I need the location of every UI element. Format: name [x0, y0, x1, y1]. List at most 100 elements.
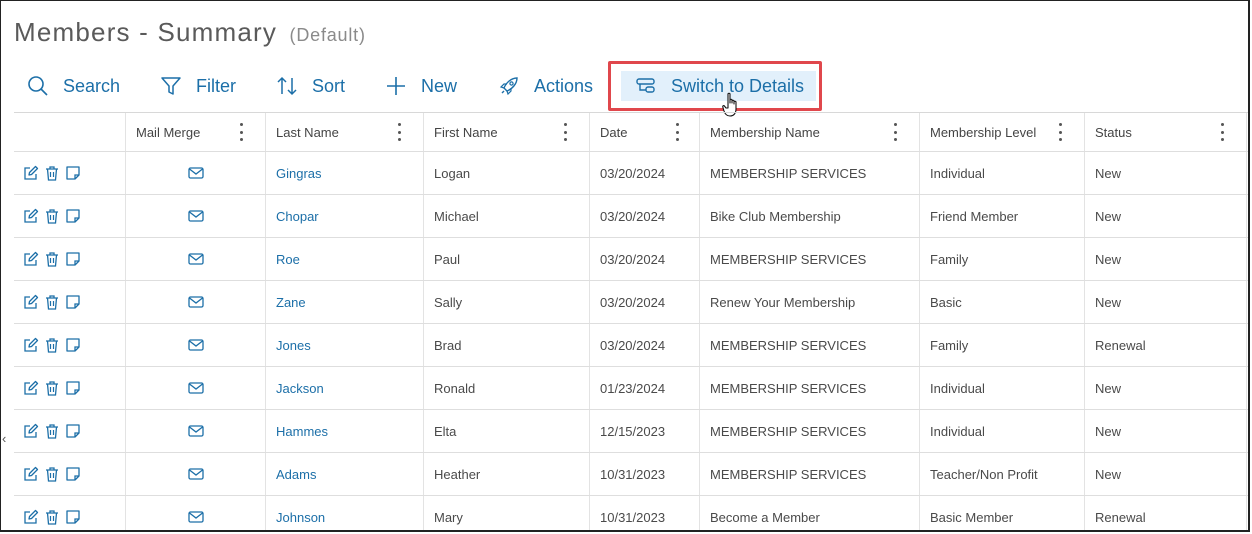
scroll-left-icon[interactable]: ‹ [2, 431, 6, 446]
mail-icon[interactable] [187, 424, 204, 438]
membership-level: Basic Member [930, 509, 1014, 525]
note-icon[interactable] [65, 251, 81, 267]
header-membership-name[interactable]: Membership Name [699, 113, 919, 151]
column-menu-icon[interactable] [1220, 123, 1224, 141]
row-actions [14, 453, 125, 495]
column-menu-icon[interactable] [239, 123, 243, 141]
edit-icon[interactable] [23, 423, 39, 439]
row-actions [14, 410, 125, 452]
last-name-link[interactable]: Adams [265, 453, 423, 495]
search-button[interactable]: Search [27, 71, 120, 101]
first-name-cell: Paul [423, 238, 589, 280]
column-menu-icon[interactable] [675, 123, 679, 141]
table-row: Roe Paul 03/20/2024 MEMBERSHIP SERVICES … [14, 238, 1248, 281]
edit-icon[interactable] [23, 466, 39, 482]
edit-icon[interactable] [23, 380, 39, 396]
header-label: Membership Name [710, 124, 820, 140]
filter-label: Filter [196, 75, 236, 96]
membership-name-cell: MEMBERSHIP SERVICES [699, 410, 919, 452]
last-name-link[interactable]: Zane [265, 281, 423, 323]
mail-icon[interactable] [187, 209, 204, 223]
header-mail-merge[interactable]: Mail Merge [125, 113, 265, 151]
last-name[interactable]: Zane [276, 295, 306, 310]
note-icon[interactable] [65, 165, 81, 181]
trash-icon[interactable] [44, 208, 60, 224]
last-name-link[interactable]: Chopar [265, 195, 423, 237]
switch-view-icon [636, 78, 655, 93]
trash-icon[interactable] [44, 380, 60, 396]
last-name[interactable]: Johnson [276, 510, 325, 525]
trash-icon[interactable] [44, 509, 60, 525]
last-name[interactable]: Roe [276, 252, 300, 267]
last-name[interactable]: Gingras [276, 166, 322, 181]
last-name-link[interactable]: Jones [265, 324, 423, 366]
mail-icon[interactable] [187, 510, 204, 524]
trash-icon[interactable] [44, 165, 60, 181]
trash-icon[interactable] [44, 294, 60, 310]
toolbar: Search Filter Sort New Actions Switch to… [1, 63, 1248, 107]
column-menu-icon[interactable] [563, 123, 567, 141]
note-icon[interactable] [65, 509, 81, 525]
last-name-link[interactable]: Jackson [265, 367, 423, 409]
header-membership-level[interactable]: Membership Level [919, 113, 1084, 151]
column-menu-icon[interactable] [397, 123, 401, 141]
last-name-link[interactable]: Hammes [265, 410, 423, 452]
last-name[interactable]: Adams [276, 467, 316, 482]
date-cell: 03/20/2024 [589, 152, 699, 194]
last-name-link[interactable]: Johnson [265, 496, 423, 530]
mail-icon[interactable] [187, 295, 204, 309]
note-icon[interactable] [65, 208, 81, 224]
header-label: Last Name [276, 124, 339, 140]
edit-icon[interactable] [23, 208, 39, 224]
mail-icon[interactable] [187, 381, 204, 395]
edit-icon[interactable] [23, 251, 39, 267]
row-actions [14, 367, 125, 409]
last-name[interactable]: Hammes [276, 424, 328, 439]
membership-level: Teacher/Non Profit [930, 466, 1038, 482]
last-name[interactable]: Chopar [276, 209, 319, 224]
note-icon[interactable] [65, 423, 81, 439]
rocket-icon [499, 77, 518, 96]
column-menu-icon[interactable] [893, 123, 897, 141]
note-icon[interactable] [65, 380, 81, 396]
header-date[interactable]: Date [589, 113, 699, 151]
status: New [1095, 466, 1122, 482]
status: New [1095, 294, 1122, 310]
header-last-name[interactable]: Last Name [265, 113, 423, 151]
last-name[interactable]: Jones [276, 338, 311, 353]
trash-icon[interactable] [44, 337, 60, 353]
edit-icon[interactable] [23, 509, 39, 525]
last-name-link[interactable]: Roe [265, 238, 423, 280]
actions-button[interactable]: Actions [498, 71, 593, 101]
trash-icon[interactable] [44, 423, 60, 439]
table-row: Chopar Michael 03/20/2024 Bike Club Memb… [14, 195, 1248, 238]
mail-icon[interactable] [187, 252, 204, 266]
mail-icon[interactable] [187, 338, 204, 352]
filter-button[interactable]: Filter [160, 71, 236, 101]
new-button[interactable]: New [385, 71, 457, 101]
date-cell: 12/15/2023 [589, 410, 699, 452]
note-icon[interactable] [65, 294, 81, 310]
sort-button[interactable]: Sort [276, 71, 345, 101]
mail-icon[interactable] [187, 166, 204, 180]
header-status[interactable]: Status [1084, 113, 1246, 151]
first-name: Mary [434, 509, 463, 525]
trash-icon[interactable] [44, 466, 60, 482]
switch-to-details-button[interactable]: Switch to Details [621, 71, 817, 101]
status-cell: New [1084, 453, 1246, 495]
note-icon[interactable] [65, 466, 81, 482]
note-icon[interactable] [65, 337, 81, 353]
edit-icon[interactable] [23, 294, 39, 310]
overflow-cell [1246, 152, 1248, 194]
mail-icon[interactable] [187, 467, 204, 481]
last-name-link[interactable]: Gingras [265, 152, 423, 194]
trash-icon[interactable] [44, 251, 60, 267]
first-name-cell: Elta [423, 410, 589, 452]
edit-icon[interactable] [23, 165, 39, 181]
status-cell: New [1084, 410, 1246, 452]
date: 03/20/2024 [600, 208, 666, 224]
header-first-name[interactable]: First Name [423, 113, 589, 151]
edit-icon[interactable] [23, 337, 39, 353]
column-menu-icon[interactable] [1058, 123, 1062, 141]
last-name[interactable]: Jackson [276, 381, 324, 396]
